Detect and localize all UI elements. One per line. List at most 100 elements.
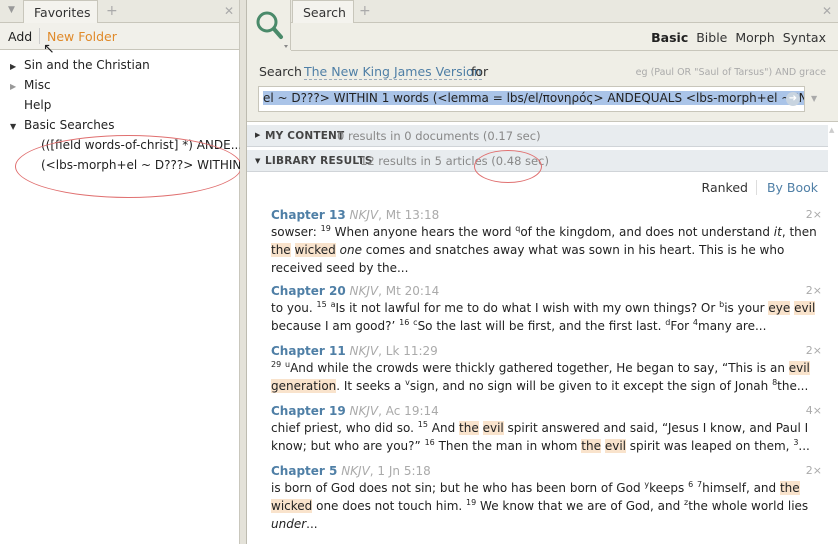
search-header: Basic Bible Morph Syntax Search The New … xyxy=(247,0,838,122)
sort-by-book[interactable]: By Book xyxy=(761,180,818,195)
snippet-text: is your xyxy=(724,301,769,315)
my-content-section[interactable]: ▶ MY CONTENT 0 results in 0 documents (0… xyxy=(247,125,828,147)
search-input[interactable]: el ~ D???> WITHIN 1 words (<lemma = lbs/… xyxy=(258,86,805,112)
new-folder-button[interactable]: New Folder xyxy=(47,29,117,44)
result-reference[interactable]: , Mt 13:18 xyxy=(378,208,439,222)
search-panel: Search + ✕ Basic Bible Morph Syntax Sear… xyxy=(247,0,838,544)
search-result[interactable]: Chapter 20 NKJV, Mt 20:14 2× to you. 15 aI… xyxy=(271,282,822,335)
snippet-text: ... xyxy=(306,517,318,531)
snippet-text: because I am good?’ xyxy=(271,319,400,333)
result-header: Chapter 13 NKJV, Mt 13:18 2× xyxy=(271,206,822,223)
tab-search[interactable]: Search xyxy=(292,0,354,24)
mode-basic[interactable]: Basic xyxy=(651,30,688,45)
snippet-text: to you. xyxy=(271,301,317,315)
search-result[interactable]: Chapter 5 NKJV, 1 Jn 5:18 2× is born of Go… xyxy=(271,462,822,533)
result-snippet[interactable]: sowser: 19 When anyone hears the word qo… xyxy=(271,223,822,277)
snippet-text: keeps xyxy=(649,481,689,495)
resource-selector[interactable]: The New King James Version xyxy=(304,64,482,80)
magnifier-icon xyxy=(256,11,288,48)
result-snippet[interactable]: to you. 15 aIs it not lawful for me to d… xyxy=(271,299,822,335)
close-icon[interactable]: ✕ xyxy=(822,4,832,18)
search-icon-button[interactable] xyxy=(247,0,291,50)
search-hit-highlight: evil xyxy=(788,361,810,375)
snippet-text: of the kingdom, and does not understand xyxy=(520,225,774,239)
search-hit-highlight: wicked xyxy=(271,499,313,513)
result-chapter-link[interactable]: Chapter 20 xyxy=(271,284,346,298)
panel-menu-icon[interactable]: ▼ xyxy=(8,5,15,15)
result-reference[interactable]: , Lk 11:29 xyxy=(378,344,438,358)
snippet-text: , then xyxy=(781,225,817,239)
add-tab-icon[interactable]: + xyxy=(359,3,371,19)
tab-favorites[interactable]: Favorites xyxy=(23,0,98,24)
verse-marker: 15 xyxy=(417,420,428,429)
snippet-text: When anyone hears the word xyxy=(330,225,516,239)
expand-arrow-icon[interactable]: ▶ xyxy=(10,62,16,71)
sort-ranked[interactable]: Ranked xyxy=(701,180,757,195)
result-reference[interactable]: , 1 Jn 5:18 xyxy=(370,464,431,478)
expand-arrow-icon[interactable]: ▶ xyxy=(10,82,16,91)
scrollbar[interactable]: ▲ xyxy=(828,122,838,544)
snippet-text: many are... xyxy=(698,319,767,333)
hit-count: 2× xyxy=(805,344,822,357)
search-hit-highlight: the xyxy=(271,243,291,257)
go-arrow-icon[interactable]: ➜ xyxy=(786,92,800,106)
search-result[interactable]: Chapter 13 NKJV, Mt 13:18 2× sowser: 19 Wh… xyxy=(271,206,822,277)
add-tab-icon[interactable]: + xyxy=(106,3,118,19)
search-hit-highlight: eye xyxy=(768,301,791,315)
snippet-text: is born of God does not sin; but he who … xyxy=(271,481,645,495)
result-snippet[interactable]: is born of God does not sin; but he who … xyxy=(271,479,822,533)
snippet-text: And while the crowds were thickly gather… xyxy=(290,361,789,375)
tree-item-basic-searches[interactable]: Basic Searches xyxy=(24,118,114,132)
result-chapter-link[interactable]: Chapter 5 xyxy=(271,464,337,478)
tree-item-sin-and-the-christian[interactable]: Sin and the Christian xyxy=(24,58,150,72)
snippet-text: sign, and no sign will be given to it ex… xyxy=(409,379,773,393)
result-chapter-link[interactable]: Chapter 13 xyxy=(271,208,346,222)
snippet-text xyxy=(479,421,483,435)
search-mode-tabs: Basic Bible Morph Syntax xyxy=(651,30,826,45)
result-snippet[interactable]: chief priest, who did so. 15 And the evi… xyxy=(271,419,822,455)
mode-bible[interactable]: Bible xyxy=(696,30,727,45)
snippet-text: himself, and xyxy=(702,481,780,495)
search-hit-highlight: wicked xyxy=(294,243,336,257)
tree-item-misc[interactable]: Misc xyxy=(24,78,51,92)
snippet-text: For xyxy=(670,319,693,333)
search-result[interactable]: Chapter 19 NKJV, Ac 19:14 4× chief priest,… xyxy=(271,402,822,455)
history-dropdown-icon[interactable]: ▼ xyxy=(811,94,817,103)
result-reference[interactable]: , Ac 19:14 xyxy=(378,404,439,418)
verse-marker: 19 xyxy=(466,498,477,507)
collapse-arrow-icon: ▼ xyxy=(255,157,261,165)
panel-splitter[interactable] xyxy=(240,0,247,544)
search-hit-highlight: evil xyxy=(604,439,626,453)
result-chapter-link[interactable]: Chapter 19 xyxy=(271,404,346,418)
mode-morph[interactable]: Morph xyxy=(735,30,774,45)
result-version: NKJV xyxy=(349,344,379,358)
result-version: NKJV xyxy=(349,284,379,298)
verse-marker: 16 xyxy=(399,318,410,327)
snippet-text: So the last will be first, and the first… xyxy=(417,319,666,333)
result-header: Chapter 5 NKJV, 1 Jn 5:18 2× xyxy=(271,462,822,479)
favorites-panel: ▼ Favorites + ✕ Add New Folder ↖ ▶ Sin a… xyxy=(0,0,253,544)
snippet-text: ... xyxy=(798,439,810,453)
snippet-text: it xyxy=(773,225,782,239)
sort-options: Ranked By Book xyxy=(701,180,818,195)
snippet-text: spirit was leaped on them, xyxy=(625,439,794,453)
annotation-circle xyxy=(15,135,242,198)
close-icon[interactable]: ✕ xyxy=(224,4,234,18)
result-chapter-link[interactable]: Chapter 11 xyxy=(271,344,346,358)
search-query-text[interactable]: el ~ D???> WITHIN 1 words (<lemma = lbs/… xyxy=(263,91,804,105)
result-header: Chapter 11 NKJV, Lk 11:29 2× xyxy=(271,342,822,359)
result-reference[interactable]: , Mt 20:14 xyxy=(378,284,439,298)
divider xyxy=(39,28,40,44)
result-snippet[interactable]: 29 uAnd while the crowds were thickly ga… xyxy=(271,359,822,395)
annotation-circle xyxy=(474,150,542,183)
snippet-text: We know that we are of God, and xyxy=(476,499,685,513)
collapse-arrow-icon[interactable]: ▼ xyxy=(10,122,16,131)
add-button[interactable]: Add xyxy=(8,29,32,44)
search-hit-highlight: generation xyxy=(271,379,337,393)
tree-item-help[interactable]: Help xyxy=(24,98,51,112)
snippet-text: Is it not lawful for me to do what I wis… xyxy=(335,301,720,315)
result-header: Chapter 20 NKJV, Mt 20:14 2× xyxy=(271,282,822,299)
search-result[interactable]: Chapter 11 NKJV, Lk 11:29 2× 29 uAnd while… xyxy=(271,342,822,395)
result-version: NKJV xyxy=(349,404,379,418)
mode-syntax[interactable]: Syntax xyxy=(783,30,826,45)
